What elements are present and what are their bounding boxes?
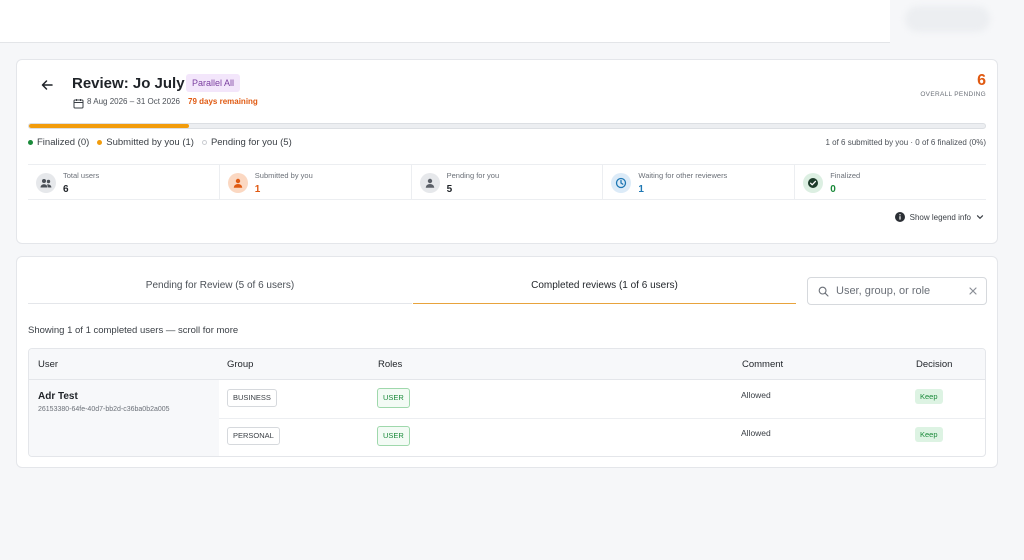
search-input[interactable] [836, 282, 964, 300]
stat-pending-for-you: Pending for you 5 [412, 165, 604, 199]
stat-value: 1 [254, 184, 261, 195]
row-divider [219, 418, 985, 419]
decision-badge: Keep [915, 427, 943, 442]
legend-pending-label: Pending for you (5) [210, 137, 292, 148]
legend-pending: Pending for you (5) [201, 137, 292, 148]
show-legend-info-label: Show legend info [909, 212, 971, 222]
group-chip: PERSONAL [227, 427, 280, 445]
stat-value: 0 [830, 184, 836, 195]
stat-value: 5 [446, 184, 453, 195]
stat-waiting-for-others: Waiting for other reviewers 1 [603, 165, 796, 199]
overall-pending-count: 6 [977, 72, 986, 89]
show-legend-info-button[interactable]: Show legend info [894, 212, 984, 222]
stat-finalized: Finalized 0 [795, 165, 986, 199]
person-icon [227, 173, 248, 193]
info-icon [894, 212, 905, 222]
user-cell: Adr Test 26153380-64fe-40d7-bb2d-c36ba0b… [29, 380, 219, 456]
stat-label: Total users [63, 171, 100, 180]
search-icon [818, 286, 829, 297]
clear-search-icon[interactable] [968, 286, 978, 296]
group-chip: BUSINESS [227, 389, 277, 407]
user-menu-blurred[interactable] [905, 6, 990, 32]
stat-submitted-by-you: Submitted by you 1 [220, 165, 412, 199]
back-arrow-icon[interactable] [39, 77, 55, 93]
person-icon [419, 173, 440, 193]
finalized-dot-icon [28, 140, 33, 145]
calendar-icon [73, 96, 84, 109]
table-header: User Group Roles Comment Decision [29, 349, 985, 380]
check-circle-icon [803, 173, 824, 193]
legend-submitted: Submitted by you (1) [97, 137, 194, 148]
stats-row: Total users 6 Submitted by you 1 Pending… [28, 164, 986, 200]
progress-fill [29, 124, 189, 128]
progress-summary: 1 of 6 submitted by you · 0 of 6 finaliz… [825, 138, 986, 147]
user-id: 26153380-64fe-40d7-bb2d-c36ba0b2a005 [38, 406, 170, 413]
tab-pending-for-review[interactable]: Pending for Review (5 of 6 users) [28, 272, 412, 304]
comment-text: Allowed [741, 428, 771, 438]
completed-reviews-table: User Group Roles Comment Decision Adr Te… [28, 348, 986, 457]
user-name: Adr Test [38, 391, 78, 402]
clock-icon [611, 173, 632, 193]
results-count-text: Showing 1 of 1 completed users — scroll … [28, 325, 239, 336]
role-chip: USER [377, 388, 410, 408]
days-remaining: 79 days remaining [188, 97, 258, 106]
comment-text: Allowed [741, 390, 771, 400]
stat-label: Finalized [830, 171, 861, 180]
top-bar [0, 0, 890, 43]
progress-legend: Finalized (0) Submitted by you (1) Pendi… [28, 137, 292, 148]
stat-label: Submitted by you [254, 171, 313, 180]
stat-label: Waiting for other reviewers [638, 171, 728, 180]
search-box[interactable] [807, 277, 987, 305]
users-icon [36, 173, 56, 193]
legend-submitted-label: Submitted by you (1) [106, 137, 194, 148]
stat-total-users: Total users 6 [28, 165, 220, 199]
review-date-range: 8 Aug 2026 – 31 Oct 2026 [87, 97, 180, 106]
legend-finalized: Finalized (0) [28, 137, 89, 148]
review-progress-bar [28, 123, 986, 129]
overall-pending-label: OVERALL PENDING [920, 91, 986, 98]
column-header-decision: Decision [916, 359, 953, 370]
stat-label: Pending for you [446, 171, 500, 180]
column-header-user: User [38, 359, 59, 370]
submitted-dot-icon [97, 140, 103, 145]
column-header-roles: Roles [378, 359, 403, 370]
decision-badge: Keep [915, 389, 943, 404]
chevron-down-icon [976, 215, 984, 220]
column-header-group: Group [227, 359, 254, 370]
page-title: Review: Jo July 6 [72, 75, 198, 92]
role-chip: USER [377, 426, 410, 446]
stat-value: 1 [638, 184, 644, 195]
reviews-card: Pending for Review (5 of 6 users) Comple… [16, 256, 998, 468]
pending-dot-icon [201, 140, 207, 145]
review-type-badge: Parallel All [186, 74, 241, 92]
review-summary-card: Review: Jo July 6 Parallel All 8 Aug 202… [16, 59, 998, 244]
column-header-comment: Comment [742, 359, 784, 370]
legend-finalized-label: Finalized (0) [37, 137, 90, 148]
tab-completed-reviews[interactable]: Completed reviews (1 of 6 users) [413, 272, 796, 304]
stat-value: 6 [63, 184, 69, 195]
